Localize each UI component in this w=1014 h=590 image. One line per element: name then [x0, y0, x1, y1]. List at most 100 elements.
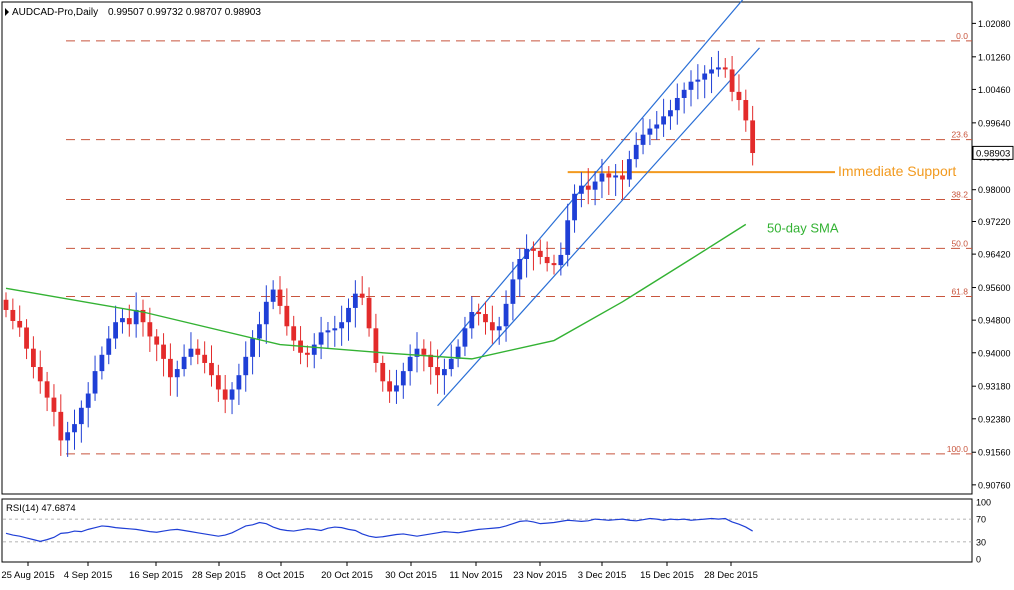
candle-body: [222, 389, 228, 400]
price-axis: 1.020801.012601.004600.996400.988000.980…: [972, 19, 1011, 490]
candle-body: [654, 124, 660, 129]
candle-body: [483, 314, 488, 323]
candle-body: [181, 356, 187, 370]
candle-body: [17, 320, 23, 328]
candle-body: [394, 385, 399, 392]
candle-body: [531, 248, 536, 251]
candle-body: [92, 371, 98, 394]
chart-header: AUDCAD-Pro,Daily 0.99507 0.99732 0.98707…: [5, 7, 261, 18]
symbol-label: AUDCAD-Pro,Daily: [12, 7, 98, 18]
candle-body: [65, 432, 71, 441]
candle-body: [106, 338, 112, 355]
candle-body: [722, 67, 728, 70]
candle-body: [496, 326, 502, 331]
candle-body: [37, 367, 43, 382]
candle-body: [263, 301, 269, 325]
candle-body: [558, 254, 564, 266]
candle-body: [633, 144, 639, 160]
time-tick-label: 28 Dec 2015: [704, 570, 758, 581]
candle-body: [133, 309, 139, 325]
candle-body: [476, 312, 482, 315]
candle-body: [585, 185, 591, 190]
candle-body: [387, 381, 392, 392]
price-tick-label: 0.93180: [978, 382, 1011, 392]
time-tick-label: 28 Sep 2015: [192, 570, 246, 581]
candle-body: [311, 344, 317, 355]
candle-body: [647, 128, 653, 135]
candle-body: [380, 362, 386, 382]
rsi-header: RSI(14) 47.6874: [6, 503, 76, 514]
candle-body: [325, 330, 331, 333]
candle-body: [489, 322, 495, 331]
price-tick-label: 0.90760: [978, 480, 1011, 490]
time-tick-label: 20 Oct 2015: [321, 570, 373, 581]
candle-body: [352, 293, 358, 308]
price-tick-label: 0.91560: [978, 448, 1011, 458]
time-tick-label: 30 Oct 2015: [385, 570, 437, 581]
candle-body: [524, 248, 529, 260]
candle-body: [517, 259, 523, 280]
time-tick-label: 3 Dec 2015: [578, 570, 627, 581]
candle-body: [359, 293, 365, 298]
candle-body: [599, 173, 605, 182]
candle-body: [544, 256, 550, 264]
candle-body: [709, 69, 714, 74]
candle-body: [442, 369, 447, 376]
candle-body: [147, 322, 153, 337]
candle-body: [236, 375, 242, 390]
candle-body: [681, 89, 687, 98]
rsi-tick-label: 70: [976, 515, 986, 525]
candle-body: [373, 328, 379, 363]
fib-label: 61.8: [951, 287, 968, 297]
candle-body: [572, 193, 577, 221]
candle-body: [435, 367, 440, 376]
candle-body: [195, 348, 201, 355]
candle-body: [469, 312, 475, 329]
candle-body: [620, 175, 625, 180]
time-tick-label: 11 Nov 2015: [449, 570, 502, 581]
candle-body: [750, 120, 756, 154]
candle-body: [448, 358, 454, 370]
candle-body: [229, 389, 235, 400]
candle-body: [3, 299, 9, 310]
price-tick-label: 0.95600: [978, 283, 1011, 293]
candle-body: [99, 354, 105, 372]
candle-body: [305, 352, 310, 355]
candle-body: [174, 369, 180, 378]
candle-body: [743, 100, 749, 121]
candle-body: [462, 328, 468, 347]
candle-body: [72, 424, 77, 433]
support-annotation: Immediate Support: [838, 163, 956, 179]
price-chart: 0.0 23.6 38.2 50.0 61.8 100.0 1.02080 1.01260 1…: [1, 0, 1014, 581]
candle-body: [695, 79, 701, 82]
price-tick-label: 0.99640: [978, 118, 1011, 128]
rsi-panel-frame: [1, 498, 973, 563]
price-tick-label: 0.96420: [978, 250, 1011, 260]
candle-body: [400, 371, 406, 386]
candle-body: [366, 297, 372, 329]
candle-body: [257, 324, 262, 339]
candle-body: [215, 375, 221, 390]
fib-label: 38.2: [951, 189, 968, 199]
candle-body: [154, 336, 160, 345]
candle-body: [44, 381, 50, 398]
candle-body: [85, 393, 91, 408]
candle-body: [716, 67, 721, 70]
candle-body: [421, 348, 427, 355]
candle-body: [120, 318, 125, 323]
candle-body: [250, 338, 255, 357]
candle-body: [702, 73, 708, 80]
time-tick-label: 16 Sep 2015: [129, 570, 183, 581]
time-tick-label: 8 Oct 2015: [258, 570, 304, 581]
time-axis: 25 Aug 2015 4 Sep 2015 16 Sep 2015 28 Sep 2…: [1, 562, 758, 581]
candle-body: [565, 220, 571, 255]
rsi-tick-label: 100: [976, 498, 991, 508]
candle-body: [51, 397, 57, 412]
candle-body: [270, 289, 276, 302]
candle-body: [209, 362, 214, 376]
last-price-label: 0.98903: [976, 148, 1010, 159]
chart-window: 0.0 23.6 38.2 50.0 61.8 100.0 1.02080 1.01260 1…: [0, 0, 1014, 585]
candle-body: [339, 322, 345, 329]
candle-body: [626, 159, 632, 180]
candle-body: [640, 134, 646, 145]
